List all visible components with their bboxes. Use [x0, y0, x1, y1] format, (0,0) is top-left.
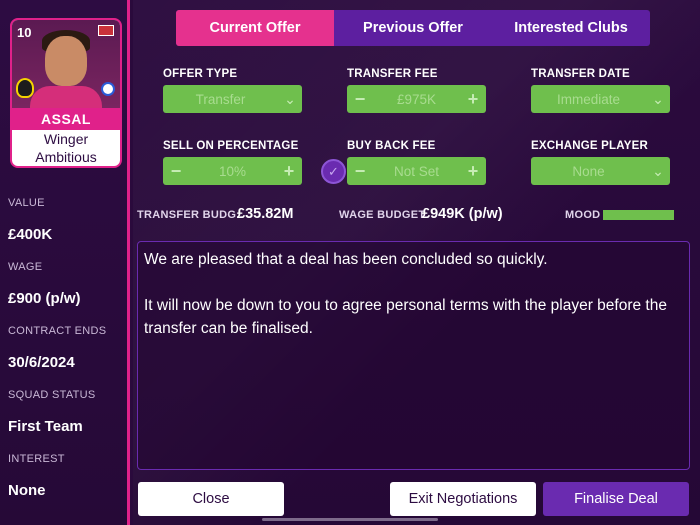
plus-icon[interactable]: + [460, 161, 486, 182]
transfer-budget-value: £35.82M [237, 206, 294, 222]
chevron-down-icon: ⌄ [652, 162, 664, 179]
offer-panel: Current Offer Previous Offer Interested … [133, 0, 700, 525]
exchange-player-label: EXCHANGE PLAYER [531, 140, 648, 152]
exit-negotiations-button[interactable]: Exit Negotiations [390, 482, 536, 516]
negotiation-message: We are pleased that a deal has been conc… [137, 241, 690, 470]
player-number: 10 [17, 25, 32, 40]
wage-budget-label: WAGE BUDGET [339, 209, 426, 221]
tab-previous-offer[interactable]: Previous Offer [334, 10, 492, 46]
plus-icon[interactable]: + [276, 161, 302, 182]
wage-label: WAGE [8, 261, 43, 273]
transfer-fee-value[interactable]: £975K [373, 92, 460, 107]
buy-back-fee-label: BUY BACK FEE [347, 140, 436, 152]
finalise-deal-button[interactable]: Finalise Deal [543, 482, 689, 516]
sell-on-stepper: − 10% + [163, 157, 302, 185]
transfer-fee-label: TRANSFER FEE [347, 68, 438, 80]
transfer-fee-stepper: − £975K + [347, 85, 486, 113]
exchange-player-value: None [572, 163, 605, 179]
contract-ends-value: 30/6/2024 [8, 354, 75, 371]
home-indicator[interactable] [262, 518, 438, 521]
mood-bar [603, 210, 674, 220]
tab-interested-clubs[interactable]: Interested Clubs [492, 10, 650, 46]
message-line-1: We are pleased that a deal has been conc… [144, 251, 548, 268]
player-position: Winger [43, 131, 89, 147]
transfer-date-label: TRANSFER DATE [531, 68, 630, 80]
player-sidebar: 10 ASSAL Winger Ambitious VALUE £400K WA… [0, 0, 130, 525]
club-badge-icon [16, 78, 34, 98]
value-amount: £400K [8, 226, 53, 243]
chevron-down-icon: ⌄ [284, 90, 296, 107]
nationality-flag-icon [98, 25, 114, 36]
check-icon[interactable]: ✓ [321, 159, 346, 184]
offer-tabs: Current Offer Previous Offer Interested … [176, 10, 650, 46]
player-name: ASSAL [12, 108, 120, 130]
buy-back-fee-value[interactable]: Not Set [373, 164, 460, 179]
interest-value: None [8, 482, 46, 499]
offer-type-value: Transfer [195, 91, 246, 107]
player-card[interactable]: 10 ASSAL Winger Ambitious [10, 18, 122, 168]
exchange-player-select[interactable]: None ⌄ [531, 157, 670, 185]
squad-status-value: First Team [8, 418, 83, 435]
mood-label: MOOD [565, 209, 601, 221]
minus-icon[interactable]: − [347, 89, 373, 110]
chevron-down-icon: ⌄ [652, 90, 664, 107]
player-photo: 10 [12, 20, 120, 110]
minus-icon[interactable]: − [347, 161, 373, 182]
wage-amount: £900 (p/w) [8, 290, 81, 307]
squad-status-label: SQUAD STATUS [8, 389, 96, 401]
league-badge-icon [101, 82, 115, 96]
value-label: VALUE [8, 197, 45, 209]
transfer-date-select[interactable]: Immediate ⌄ [531, 85, 670, 113]
message-line-2: It will now be down to you to agree pers… [144, 297, 667, 337]
player-face [45, 36, 87, 86]
buy-back-fee-stepper: − Not Set + [347, 157, 486, 185]
player-shirt [30, 86, 102, 110]
plus-icon[interactable]: + [460, 89, 486, 110]
transfer-budget-label: TRANSFER BUDG.. [137, 209, 243, 221]
offer-type-label: OFFER TYPE [163, 68, 238, 80]
sell-on-label: SELL ON PERCENTAGE [163, 140, 299, 152]
transfer-date-value: Immediate [556, 91, 621, 107]
tab-current-offer[interactable]: Current Offer [176, 10, 334, 46]
contract-ends-label: CONTRACT ENDS [8, 325, 107, 337]
close-button[interactable]: Close [138, 482, 284, 516]
offer-type-select[interactable]: Transfer ⌄ [163, 85, 302, 113]
minus-icon[interactable]: − [163, 161, 189, 182]
sell-on-value[interactable]: 10% [189, 164, 276, 179]
player-personality: Ambitious [35, 149, 97, 165]
wage-budget-value: £949K (p/w) [422, 206, 503, 222]
interest-label: INTEREST [8, 453, 65, 465]
